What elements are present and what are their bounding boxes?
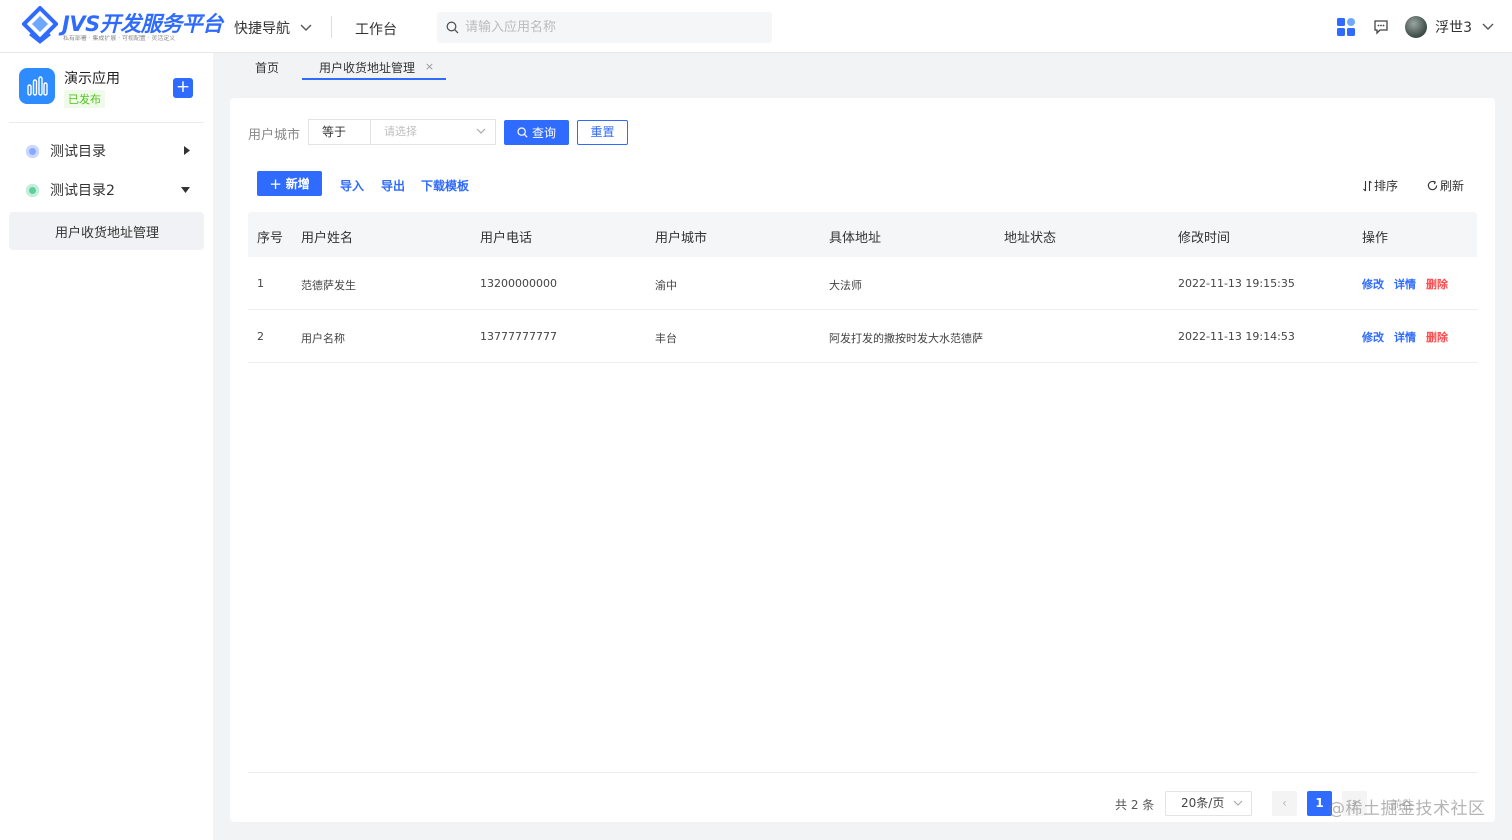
app-search[interactable]	[437, 12, 772, 43]
caret-right-icon	[184, 146, 190, 155]
chevron-down-icon	[300, 24, 312, 31]
cell-phone: 13777777777	[480, 330, 557, 343]
user-area: 浮世3	[1337, 12, 1494, 42]
pagination-total: 共 2 条	[1115, 798, 1155, 812]
column-header[interactable]: 地址状态	[1004, 227, 1056, 246]
status-badge: 已发布	[64, 90, 105, 108]
export-button[interactable]: 导出	[381, 177, 405, 194]
avatar[interactable]	[1405, 16, 1428, 38]
plus-icon: +	[269, 174, 282, 193]
tab-address-management[interactable]: 用户收货地址管理 ×	[319, 59, 434, 76]
folder-icon	[26, 183, 39, 197]
sidebar-item-test-dir[interactable]: 测试目录	[9, 132, 204, 170]
add-button[interactable]: + 新增	[257, 171, 322, 196]
filter-value-placeholder: 请选择	[384, 125, 417, 138]
apps-grid-icon[interactable]	[1337, 18, 1356, 36]
import-button[interactable]: 导入	[340, 177, 364, 194]
app-chart-icon	[19, 68, 55, 104]
table-footer-divider	[248, 772, 1477, 773]
sidebar-item-test-dir-2[interactable]: 测试目录2	[9, 171, 204, 209]
column-header[interactable]: 修改时间	[1178, 227, 1230, 246]
page-size-value: 20条/页	[1181, 796, 1225, 810]
sort-label: 排序	[1374, 179, 1399, 193]
reset-button[interactable]: 重置	[577, 120, 628, 145]
tab-home[interactable]: 首页	[255, 59, 279, 76]
page-size-select[interactable]: 20条/页	[1165, 791, 1252, 816]
sidebar-item-label: 测试目录	[50, 144, 106, 160]
cell-index: 1	[257, 277, 264, 290]
detail-link[interactable]: 详情	[1394, 329, 1416, 345]
chevron-down-icon	[1233, 800, 1243, 806]
search-icon	[517, 127, 528, 138]
app-card: 演示应用 已发布 +	[19, 67, 199, 113]
message-icon[interactable]	[1373, 19, 1389, 35]
refresh-button[interactable]: 刷新	[1427, 177, 1464, 194]
filter-operator-select[interactable]: 等于	[308, 119, 371, 145]
cell-city: 丰台	[655, 332, 677, 345]
quick-nav-label: 快捷导航	[234, 21, 290, 37]
cell-index: 2	[257, 330, 264, 343]
page-tabs: 首页 用户收货地址管理 ×	[213, 53, 1512, 81]
add-directory-button[interactable]: +	[173, 78, 193, 98]
top-bar: JVS开发服务平台 私有部署 · 集成扩展 · 可视配置 · 灵活定义 快捷导航…	[0, 0, 1512, 53]
table-row[interactable]: 2 用户名称 13777777777 丰台 阿发打发的撒按时发大水范德萨 202…	[248, 310, 1477, 363]
chevron-down-icon[interactable]	[1482, 23, 1494, 31]
refresh-label: 刷新	[1440, 179, 1465, 193]
sidebar-item-label: 测试目录2	[50, 183, 115, 199]
filter-value-select[interactable]: 请选择	[370, 119, 496, 145]
cell-modified: 2022-11-13 19:14:53	[1178, 330, 1295, 343]
cell-address: 大法师	[829, 279, 862, 292]
chevron-down-icon	[476, 128, 486, 134]
nav-divider	[331, 16, 332, 38]
sort-icon	[1363, 180, 1372, 191]
filter-field-label: 用户城市	[248, 128, 301, 143]
cell-name: 用户名称	[301, 332, 345, 345]
query-label: 查询	[531, 126, 556, 140]
folder-icon	[26, 144, 39, 158]
close-icon[interactable]: ×	[425, 60, 434, 73]
app-name: 演示应用	[64, 71, 120, 87]
table-row[interactable]: 1 范德萨发生 13200000000 渝中 大法师 2022-11-13 19…	[248, 257, 1477, 310]
column-header[interactable]: 具体地址	[829, 227, 881, 246]
watermark: @稀土掘金技术社区	[1328, 799, 1486, 819]
caret-down-icon	[181, 187, 190, 193]
column-header: 操作	[1362, 231, 1389, 246]
delete-link[interactable]: 删除	[1426, 329, 1448, 345]
delete-link[interactable]: 删除	[1426, 276, 1448, 292]
sidebar-divider	[9, 122, 204, 123]
edit-link[interactable]: 修改	[1362, 276, 1384, 292]
logo-mark-icon	[22, 6, 58, 44]
cell-modified: 2022-11-13 19:15:35	[1178, 277, 1295, 290]
cell-name: 范德萨发生	[301, 279, 356, 292]
column-header[interactable]: 用户姓名	[301, 227, 353, 246]
sidebar-item-address-management[interactable]: 用户收货地址管理	[9, 212, 204, 250]
refresh-icon	[1427, 180, 1438, 191]
search-icon	[446, 21, 459, 34]
query-button[interactable]: 查询	[504, 120, 569, 145]
tab-label: 用户收货地址管理	[319, 61, 416, 75]
quick-nav-menu[interactable]: 快捷导航	[234, 18, 312, 38]
active-tab-indicator	[302, 78, 446, 80]
cell-city: 渝中	[655, 279, 677, 292]
prev-page-button[interactable]: ‹	[1272, 791, 1297, 816]
download-template-button[interactable]: 下载模板	[421, 177, 469, 194]
detail-link[interactable]: 详情	[1394, 276, 1416, 292]
sidebar: 演示应用 已发布 + 测试目录 测试目录2 用户收货地址管理	[0, 53, 213, 840]
column-header[interactable]: 序号	[257, 227, 283, 246]
app-search-input[interactable]	[465, 20, 745, 35]
sort-button[interactable]: 排序	[1363, 177, 1398, 194]
workbench-link[interactable]: 工作台	[355, 19, 397, 39]
column-header[interactable]: 用户电话	[480, 227, 532, 246]
add-label: 新增	[285, 177, 310, 191]
column-header[interactable]: 用户城市	[655, 227, 707, 246]
table-header: 序号 用户姓名 用户电话 用户城市 具体地址 地址状态 修改时间 操作	[248, 212, 1477, 257]
edit-link[interactable]: 修改	[1362, 329, 1384, 345]
logo-subtitle: 私有部署 · 集成扩展 · 可视配置 · 灵活定义	[63, 34, 176, 42]
logo[interactable]: JVS开发服务平台 私有部署 · 集成扩展 · 可视配置 · 灵活定义	[22, 6, 223, 46]
cell-phone: 13200000000	[480, 277, 557, 290]
user-name[interactable]: 浮世3	[1435, 17, 1472, 37]
main-panel: 用户城市 等于 请选择 查询 重置 + 新增 导入 导出 下载模板 排序 刷新 …	[230, 98, 1495, 822]
cell-address: 阿发打发的撒按时发大水范德萨	[829, 332, 983, 345]
